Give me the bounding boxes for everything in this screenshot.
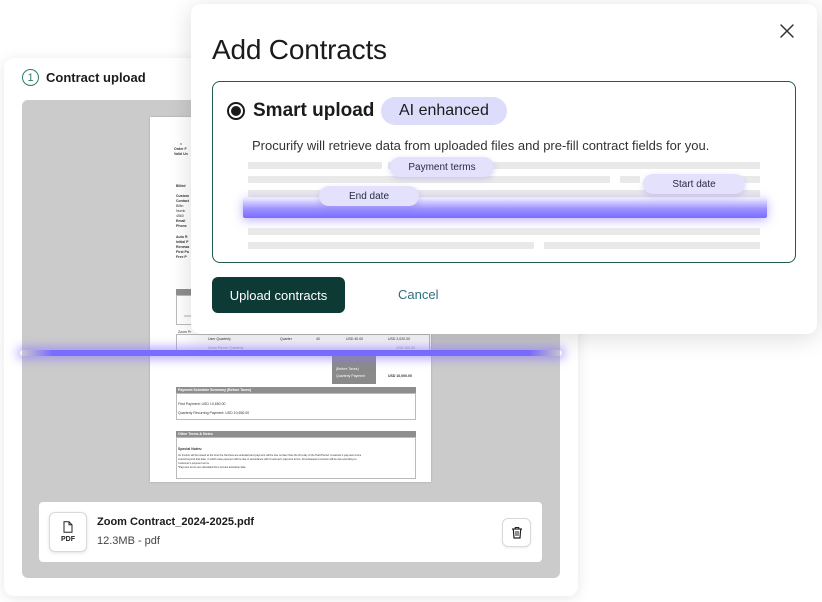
doc-text: Initial P xyxy=(176,240,189,244)
doc-text: Quarterly Payment xyxy=(336,374,366,378)
doc-text: Billed xyxy=(176,184,186,188)
payment-terms-chip: Payment terms xyxy=(390,157,494,177)
radio-dot xyxy=(231,106,241,116)
end-date-chip: End date xyxy=(319,186,419,206)
doc-text: Order F xyxy=(174,147,187,151)
doc-text: USD 10,000.00 xyxy=(388,374,412,378)
uploaded-file-row: PDF Zoom Contract_2024-2025.pdf 12.3MB -… xyxy=(39,502,542,562)
doc-text: Quarterly Recurring Payment: USD 10,650.… xyxy=(178,411,250,415)
placeholder-line xyxy=(248,242,534,249)
doc-text: Auto R xyxy=(176,235,188,239)
doc-line xyxy=(180,143,182,145)
doc-text: Free P xyxy=(176,255,187,259)
doc-text: Email xyxy=(176,219,186,223)
doc-text: USD 40.00 xyxy=(346,337,364,341)
step-number-badge: 1 xyxy=(22,69,39,86)
add-contracts-modal: Add Contracts Smart upload AI enhanced P… xyxy=(191,4,817,334)
doc-text: Valid Un xyxy=(174,152,188,156)
doc-text: *Payment terms are calculated from servi… xyxy=(178,466,247,469)
doc-text: User Quarterly xyxy=(208,337,231,341)
placeholder-line xyxy=(248,228,760,235)
close-button[interactable] xyxy=(776,20,798,42)
placeholder-line xyxy=(248,176,610,183)
doc-text: Quarter xyxy=(280,337,292,341)
delete-file-button[interactable] xyxy=(502,518,531,547)
placeholder-line xyxy=(620,176,640,183)
doc-text: First Pa xyxy=(176,250,189,254)
doc-box xyxy=(176,393,416,420)
scan-highlight-line xyxy=(20,350,562,356)
doc-text: 40 xyxy=(316,337,320,341)
doc-text: Payment Schedule Summary (Before Taxes) xyxy=(178,388,252,392)
doc-text: Other Terms & Notes xyxy=(178,432,213,436)
doc-text: USD 2,020.00 xyxy=(388,337,410,341)
doc-text: Billin xyxy=(176,204,184,208)
option-description: Procurify will retrieve data from upload… xyxy=(252,138,710,153)
file-name: Zoom Contract_2024-2025.pdf xyxy=(97,516,255,528)
trash-icon xyxy=(511,526,522,539)
doc-text: Numb xyxy=(176,209,186,213)
doc-text: 4560 xyxy=(176,214,184,218)
doc-text: (Before Taxes) xyxy=(336,367,359,371)
file-type-label: PDF xyxy=(61,536,75,543)
placeholder-line xyxy=(248,162,382,169)
doc-text: Renewa xyxy=(176,245,190,249)
doc-text: Custom xyxy=(176,194,190,198)
doc-text: Phone xyxy=(176,224,187,228)
doc-text: Contact xyxy=(176,199,190,203)
upload-contracts-button[interactable]: Upload contracts xyxy=(212,277,345,313)
ai-enhanced-badge: AI enhanced xyxy=(381,97,507,125)
option-title: Smart upload xyxy=(253,100,375,121)
modal-title: Add Contracts xyxy=(212,34,387,65)
file-meta: 12.3MB - pdf xyxy=(97,535,160,547)
document-icon xyxy=(63,521,73,533)
step-label: Contract upload xyxy=(46,70,146,85)
radio-selected-icon[interactable] xyxy=(227,102,245,120)
close-icon xyxy=(780,24,794,38)
placeholder-line xyxy=(544,242,760,249)
smart-upload-option[interactable]: Smart upload AI enhanced Procurify will … xyxy=(212,81,796,263)
step-indicator: 1 Contract upload xyxy=(22,69,146,86)
pdf-file-icon: PDF xyxy=(49,512,87,552)
doc-text: Special Notes: xyxy=(178,447,203,451)
start-date-chip: Start date xyxy=(643,174,745,194)
cancel-button[interactable]: Cancel xyxy=(398,287,438,302)
doc-text: First Payment: USD 10,650.00 xyxy=(178,402,226,406)
